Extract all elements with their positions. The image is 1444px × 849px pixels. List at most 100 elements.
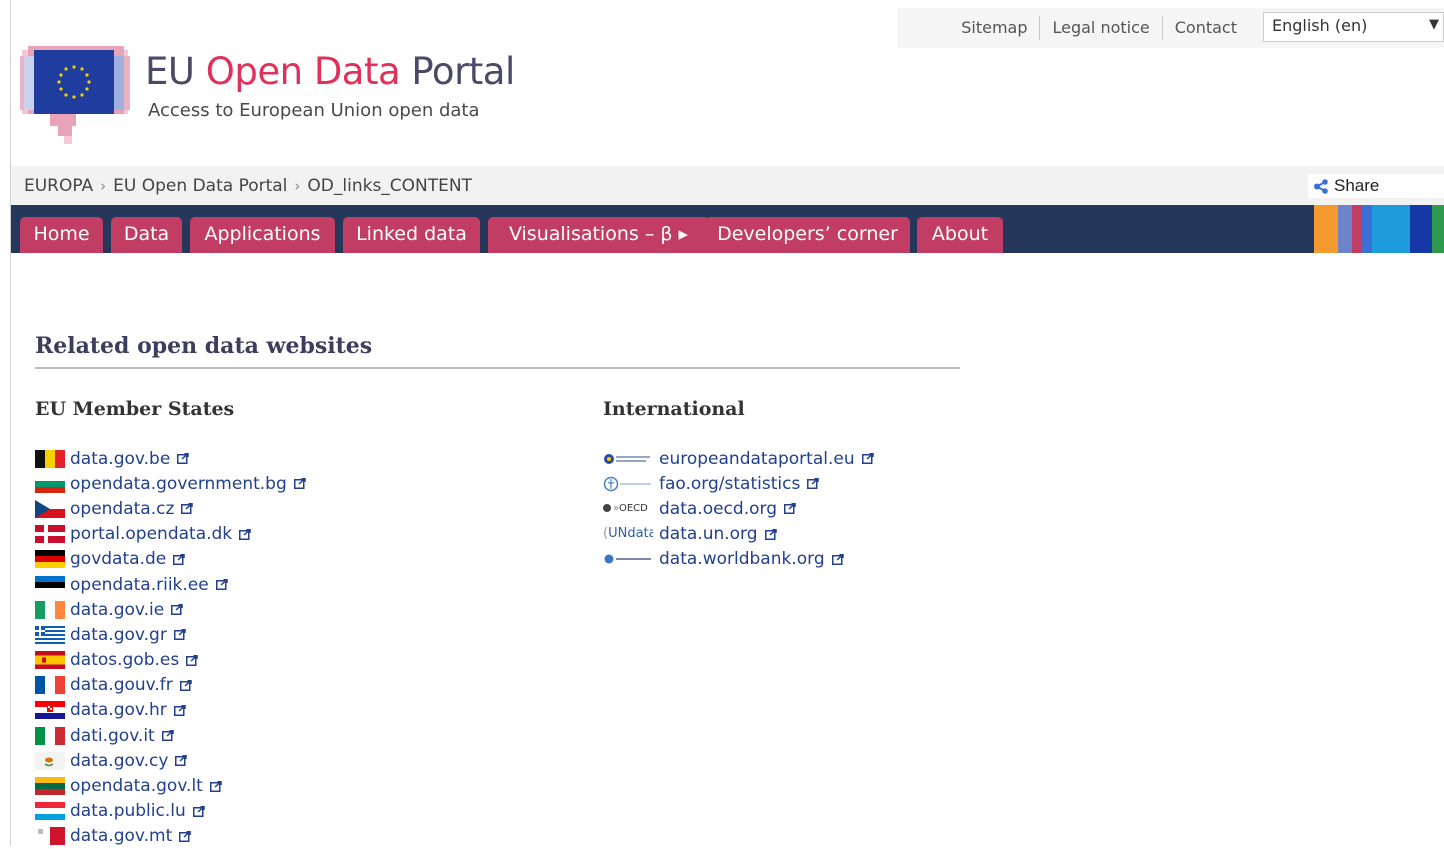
- international-link[interactable]: data.worldbank.org: [659, 549, 825, 569]
- utility-links: Sitemap Legal notice Contact: [949, 8, 1249, 48]
- external-link-icon: [173, 704, 186, 716]
- flag-it-icon: [35, 726, 65, 745]
- member-state-link[interactable]: data.gov.gr: [70, 625, 167, 645]
- member-state-link[interactable]: data.public.lu: [70, 801, 186, 821]
- list-item: opendata.cz: [35, 496, 306, 521]
- chevron-down-icon: ▼: [1429, 17, 1439, 32]
- international-links-list: europeandataportal.eu fao.org/statistics »…: [603, 446, 874, 572]
- list-item: data.gouv.fr: [35, 673, 306, 698]
- heading-divider: [35, 367, 960, 369]
- member-state-link[interactable]: data.gov.mt: [70, 826, 172, 846]
- international-link[interactable]: fao.org/statistics: [659, 474, 800, 494]
- title-accent: Open Data: [205, 50, 401, 93]
- tab-applications[interactable]: Applications: [190, 217, 335, 253]
- member-state-link[interactable]: data.gov.ie: [70, 600, 164, 620]
- list-item: data.worldbank.org: [603, 547, 874, 572]
- flag-de-icon: [35, 550, 65, 569]
- language-select-value: English (en): [1272, 16, 1368, 35]
- international-link[interactable]: data.oecd.org: [659, 499, 777, 519]
- flag-bg-icon: [35, 474, 65, 493]
- page-left-border: [10, 0, 11, 845]
- list-item: data.gov.gr: [35, 622, 306, 647]
- list-item: govdata.de: [35, 547, 306, 572]
- language-select[interactable]: English (en) ▼: [1263, 12, 1444, 42]
- breadcrumb-portal[interactable]: EU Open Data Portal: [113, 176, 287, 196]
- external-link-icon: [171, 604, 183, 616]
- list-item: opendata.gov.lt: [35, 773, 306, 798]
- share-button[interactable]: Share: [1308, 174, 1444, 198]
- breadcrumb-bar: EUROPA › EU Open Data Portal › OD_links_…: [11, 166, 1444, 205]
- member-state-link[interactable]: data.gov.cy: [70, 751, 168, 771]
- breadcrumb-current: OD_links_CONTENT: [307, 175, 472, 196]
- external-link-icon: [209, 780, 222, 792]
- portal-subtitle: Access to European Union open data: [148, 100, 480, 121]
- external-link-icon: [239, 528, 251, 540]
- tab-developers-corner[interactable]: Developers’ corner: [705, 217, 910, 253]
- tab-data[interactable]: Data: [111, 217, 182, 253]
- member-state-link[interactable]: opendata.government.bg: [70, 474, 287, 494]
- list-item: datos.gob.es: [35, 648, 306, 673]
- international-link[interactable]: europeandataportal.eu: [659, 449, 855, 469]
- european-data-portal-logo: [604, 453, 650, 464]
- external-link-icon: [293, 478, 306, 490]
- international-link[interactable]: data.un.org: [659, 524, 758, 544]
- external-link-icon: [177, 453, 190, 465]
- list-item: opendata.government.bg: [35, 471, 306, 496]
- sitemap-link[interactable]: Sitemap: [949, 16, 1039, 40]
- member-state-link[interactable]: govdata.de: [70, 549, 166, 569]
- external-link-icon: [783, 503, 796, 515]
- contact-link[interactable]: Contact: [1161, 16, 1249, 40]
- share-icon: [1314, 178, 1328, 194]
- flag-lu-icon: [35, 802, 65, 821]
- member-state-link[interactable]: portal.opendata.dk: [70, 524, 232, 544]
- list-item: europeandataportal.eu: [603, 446, 874, 471]
- breadcrumb-separator: ›: [100, 176, 107, 195]
- tab-linked-data[interactable]: Linked data: [343, 217, 480, 253]
- member-state-link[interactable]: datos.gob.es: [70, 650, 179, 670]
- title-end: Portal: [400, 50, 515, 93]
- tab-about[interactable]: About: [917, 217, 1003, 253]
- list-item: data.public.lu: [35, 799, 306, 824]
- member-state-link[interactable]: opendata.gov.lt: [70, 776, 203, 796]
- flag-be-icon: [35, 449, 65, 468]
- list-item: data.gov.hr: [35, 698, 306, 723]
- member-state-link[interactable]: data.gouv.fr: [70, 675, 173, 695]
- eu-open-data-logo[interactable]: [20, 46, 132, 146]
- external-link-icon: [764, 528, 777, 540]
- legal-notice-link[interactable]: Legal notice: [1039, 16, 1161, 40]
- breadcrumb: EUROPA › EU Open Data Portal › OD_links_…: [24, 166, 472, 205]
- international-heading: International: [603, 398, 745, 420]
- external-link-icon: [179, 679, 192, 691]
- list-item: dati.gov.it: [35, 723, 306, 748]
- list-item: portal.opendata.dk: [35, 522, 306, 547]
- flag-es-icon: [35, 651, 65, 670]
- flag-mt-icon: [35, 827, 65, 846]
- title-start: EU: [145, 50, 206, 93]
- tab-home[interactable]: Home: [20, 217, 103, 253]
- external-link-icon: [861, 453, 874, 465]
- main-nav: Home Data Applications Linked data Visua…: [11, 205, 1444, 253]
- flag-fr-icon: [35, 676, 65, 695]
- external-link-icon: [192, 805, 205, 817]
- eu-member-states-heading: EU Member States: [35, 398, 235, 420]
- breadcrumb-europa[interactable]: EUROPA: [24, 176, 93, 196]
- external-link-icon: [173, 629, 186, 641]
- flag-gr-icon: [35, 625, 65, 644]
- worldbank-logo: [604, 554, 651, 564]
- list-item: data.gov.mt: [35, 824, 306, 849]
- share-label: Share: [1334, 176, 1380, 195]
- page-heading: Related open data websites: [35, 333, 373, 359]
- member-state-link[interactable]: data.gov.hr: [70, 700, 167, 720]
- tab-visualisations[interactable]: Visualisations – β ▸: [488, 217, 709, 253]
- member-state-link[interactable]: opendata.cz: [70, 499, 174, 519]
- list-item: fao.org/statistics: [603, 471, 874, 496]
- member-state-link[interactable]: opendata.riik.ee: [70, 575, 209, 595]
- flag-dk-icon: [35, 525, 65, 544]
- member-state-link[interactable]: dati.gov.it: [70, 726, 155, 746]
- external-link-icon: [173, 553, 185, 565]
- external-link-icon: [807, 478, 820, 490]
- list-item: data.gov.cy: [35, 748, 306, 773]
- undata-logo: (UNdata: [603, 526, 653, 542]
- member-state-link[interactable]: data.gov.be: [70, 449, 170, 469]
- oecd-logo: »OECD: [603, 501, 653, 517]
